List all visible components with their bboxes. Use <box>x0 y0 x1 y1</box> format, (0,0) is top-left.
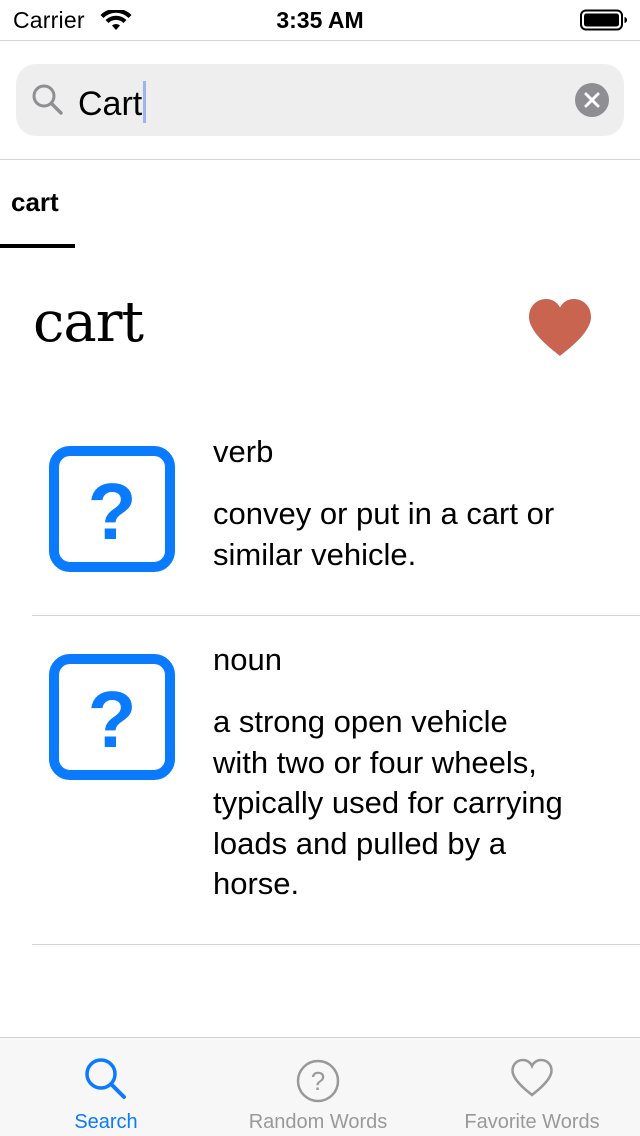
definition-line: typically used for carrying <box>213 785 563 820</box>
text-caret <box>143 81 147 123</box>
definition-line: loads and pulled by a <box>213 825 507 861</box>
tab-favorite-words-label: Favorite Words <box>464 1111 600 1133</box>
tab-selected-indicator <box>0 244 75 248</box>
status-divider <box>0 40 640 41</box>
tab-search-label: Search <box>74 1111 138 1133</box>
question-mark-square-icon: ? <box>49 446 175 572</box>
app-screen: Carrier 3:35 AM Cart cart cart ? verb co… <box>0 0 640 1136</box>
definition-row: ? verb convey or put in a cart or simila… <box>32 430 640 615</box>
search-input[interactable]: Cart <box>78 81 147 124</box>
part-of-speech: noun <box>213 642 282 677</box>
tab-random-words-label: Random Words <box>248 1111 388 1133</box>
search-bar[interactable]: Cart <box>16 64 624 136</box>
definition-text: a strong open vehicle with two or four w… <box>213 702 623 905</box>
battery-icon <box>580 9 627 31</box>
word-title: cart <box>33 290 144 355</box>
favorite-heart-button[interactable] <box>527 298 593 358</box>
search-icon <box>85 1058 126 1099</box>
definition-line: a strong open vehicle <box>213 704 508 739</box>
definition-text: convey or put in a cart or similar vehic… <box>213 494 623 575</box>
svg-text:?: ? <box>88 675 137 764</box>
heart-outline-icon <box>511 1058 553 1097</box>
question-mark-square-icon: ? <box>49 654 175 780</box>
search-divider <box>0 159 640 160</box>
search-input-text: Cart <box>78 85 143 123</box>
definition-line: with two or four wheels, <box>213 744 537 780</box>
tab-cart-label: cart <box>11 187 59 217</box>
magnifying-glass-icon <box>32 84 63 115</box>
status-bar: Carrier 3:35 AM <box>0 0 640 40</box>
status-time: 3:35 AM <box>276 7 364 33</box>
bottom-tab-bar: Search ? Random Words Favorite Words <box>0 1037 640 1136</box>
row-divider <box>32 615 640 616</box>
tab-search[interactable]: Search <box>41 1038 171 1136</box>
tab-favorite-words[interactable]: Favorite Words <box>452 1038 612 1136</box>
svg-text:?: ? <box>88 467 137 556</box>
clear-x-icon <box>584 92 600 108</box>
svg-text:?: ? <box>311 1066 325 1096</box>
tab-cart[interactable]: cart <box>0 160 76 248</box>
clear-search-button[interactable] <box>575 83 609 117</box>
question-circle-icon: ? <box>296 1059 340 1103</box>
definition-row: ? noun a strong open vehicle with two or… <box>32 638 640 944</box>
definition-line: similar vehicle. <box>213 536 417 572</box>
part-of-speech: verb <box>213 434 274 469</box>
definition-line: convey or put in a cart or <box>213 496 555 531</box>
heart-filled-icon <box>529 299 591 356</box>
row-divider <box>32 944 640 945</box>
tab-random-words[interactable]: ? Random Words <box>238 1038 398 1136</box>
definition-line: horse. <box>213 866 300 901</box>
